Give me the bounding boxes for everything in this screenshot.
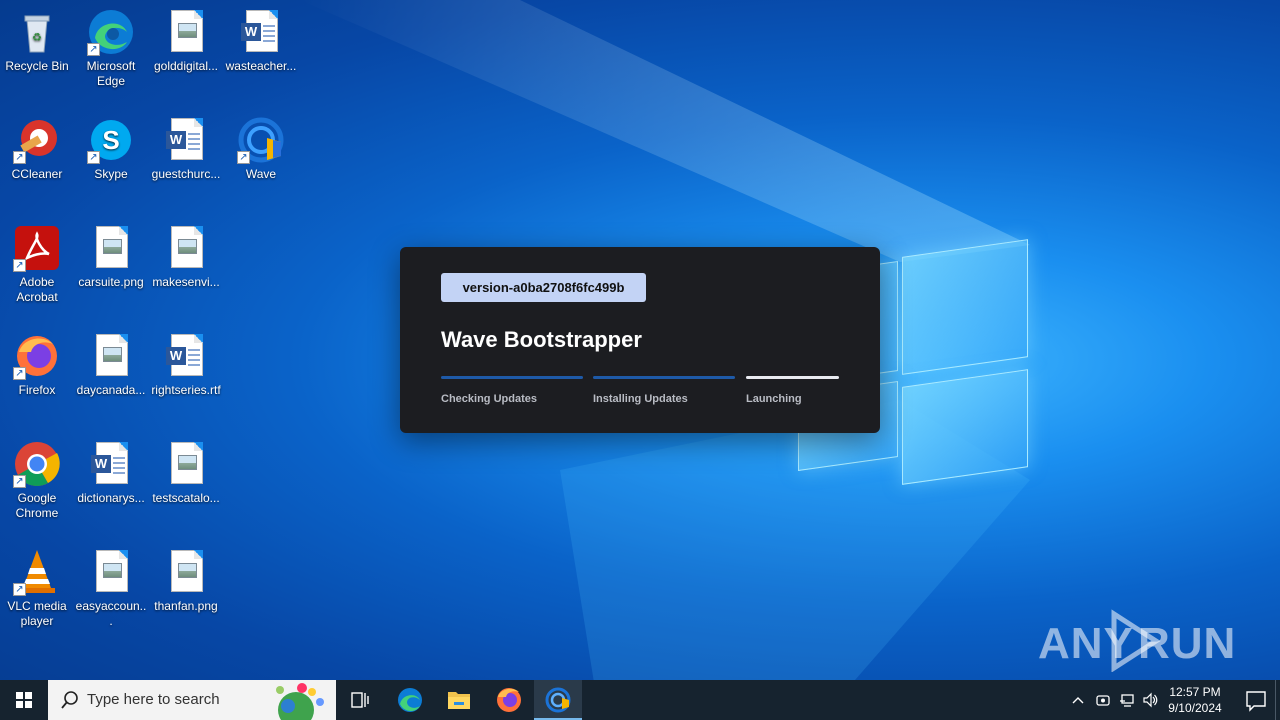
svg-text:S: S xyxy=(102,125,119,155)
file-explorer-icon xyxy=(448,692,470,709)
task-view-icon xyxy=(351,692,369,708)
image-file-icon xyxy=(87,548,135,596)
wave-app-icon: ↗ xyxy=(237,116,285,164)
desktop-icon-carsuite[interactable]: carsuite.png xyxy=(74,224,148,290)
desktop-icon-firefox[interactable]: ↗ Firefox xyxy=(0,332,74,398)
word-document-icon: W xyxy=(162,116,210,164)
search-icon xyxy=(61,691,78,709)
step-installing-updates: Installing Updates xyxy=(593,376,735,405)
image-file-icon xyxy=(162,224,210,272)
desktop-icon-ccleaner[interactable]: ↗ CCleaner xyxy=(0,116,74,182)
firefox-icon: ↗ xyxy=(13,332,61,380)
recycle-bin-icon: ♻ xyxy=(13,8,61,56)
taskbar-clock[interactable]: 12:57 PM 9/10/2024 xyxy=(1158,684,1232,716)
taskbar: Type here to search 12:57 PM 9/10/2024 xyxy=(0,680,1280,720)
clock-time: 12:57 PM xyxy=(1169,685,1221,699)
step-progress-bar xyxy=(441,376,583,379)
ccleaner-icon: ↗ xyxy=(13,116,61,164)
step-checking-updates: Checking Updates xyxy=(441,376,583,405)
firefox-icon xyxy=(497,688,521,712)
step-launching: Launching xyxy=(746,376,839,405)
dialog-title: Wave Bootstrapper xyxy=(441,327,642,352)
search-placeholder: Type here to search xyxy=(87,691,220,708)
desktop-icon-golddigital[interactable]: golddigital... xyxy=(149,8,223,74)
notification-icon xyxy=(1246,691,1266,712)
image-file-icon xyxy=(162,8,210,56)
image-file-icon xyxy=(87,224,135,272)
desktop-icon-wasteacher[interactable]: W wasteacher... xyxy=(224,8,298,74)
task-view-button[interactable] xyxy=(336,680,384,720)
step-label: Installing Updates xyxy=(593,393,688,405)
skype-icon: S ↗ xyxy=(87,116,135,164)
desktop-icon-testscatalo[interactable]: testscatalo... xyxy=(149,440,223,506)
svg-text:RUN: RUN xyxy=(1138,619,1233,668)
wave-bootstrapper-dialog: version-a0ba2708f6fc499b Wave Bootstrapp… xyxy=(400,247,880,433)
version-badge: version-a0ba2708f6fc499b xyxy=(441,273,646,302)
edge-icon xyxy=(398,688,422,712)
desktop-icon-makesenvi[interactable]: makesenvi... xyxy=(149,224,223,290)
desktop-icon-guestchurc[interactable]: W guestchurc... xyxy=(149,116,223,182)
anyrun-logo: ANY RUN xyxy=(1038,609,1235,673)
step-label: Launching xyxy=(746,393,802,405)
desktop-icon-daycanada[interactable]: daycanada... xyxy=(74,332,148,398)
desktop-icon-easyaccoun[interactable]: easyaccoun... xyxy=(74,548,148,629)
image-file-icon xyxy=(87,332,135,380)
desktop-icon-google-chrome[interactable]: ↗ Google Chrome xyxy=(0,440,74,521)
clock-date: 9/10/2024 xyxy=(1168,701,1222,715)
wave-icon xyxy=(545,687,571,713)
taskbar-file-explorer[interactable] xyxy=(435,680,483,720)
desktop-icon-vlc[interactable]: ↗ VLC media player xyxy=(0,548,74,629)
meet-now-icon[interactable] xyxy=(1095,692,1111,708)
step-progress-bar xyxy=(746,376,839,379)
volume-icon[interactable] xyxy=(1142,692,1158,708)
chrome-icon: ↗ xyxy=(13,440,61,488)
desktop-icon-skype[interactable]: S ↗ Skype xyxy=(74,116,148,182)
search-highlight-icon xyxy=(276,683,324,720)
desktop-icon-adobe-acrobat[interactable]: ↗ Adobe Acrobat xyxy=(0,224,74,305)
adobe-acrobat-icon: ↗ xyxy=(13,224,61,272)
taskbar-search-box[interactable]: Type here to search xyxy=(48,680,336,720)
desktop-icon-microsoft-edge[interactable]: ↗ Microsoft Edge xyxy=(74,8,148,89)
vlc-cone-icon: ↗ xyxy=(13,548,61,596)
svg-text:♻: ♻ xyxy=(32,32,42,44)
action-center-button[interactable] xyxy=(1232,680,1280,720)
word-document-icon: W xyxy=(87,440,135,488)
svg-text:ANY: ANY xyxy=(1038,619,1134,668)
word-document-icon: W xyxy=(237,8,285,56)
desktop-icon-rightseries[interactable]: W rightseries.rtf xyxy=(149,332,223,398)
network-icon[interactable] xyxy=(1119,692,1135,708)
taskbar-wave[interactable] xyxy=(534,680,582,720)
show-desktop-button[interactable] xyxy=(1275,680,1280,720)
windows-start-icon xyxy=(16,692,32,708)
word-document-icon: W xyxy=(162,332,210,380)
anyrun-watermark: ANY RUN xyxy=(1038,608,1235,673)
show-hidden-icons-chevron-icon[interactable] xyxy=(1070,692,1086,708)
image-file-icon xyxy=(162,548,210,596)
edge-icon: ↗ xyxy=(87,8,135,56)
taskbar-edge[interactable] xyxy=(386,680,434,720)
desktop-icon-dictionarys[interactable]: W dictionarys... xyxy=(74,440,148,506)
desktop-icon-thanfan[interactable]: thanfan.png xyxy=(149,548,223,614)
desktop-icon-wave[interactable]: ↗ Wave xyxy=(224,116,298,182)
taskbar-firefox[interactable] xyxy=(485,680,533,720)
image-file-icon xyxy=(162,440,210,488)
step-label: Checking Updates xyxy=(441,393,537,405)
start-button[interactable] xyxy=(0,680,48,720)
desktop-icon-recycle-bin[interactable]: ♻ Recycle Bin xyxy=(0,8,74,74)
step-progress-bar xyxy=(593,376,735,379)
